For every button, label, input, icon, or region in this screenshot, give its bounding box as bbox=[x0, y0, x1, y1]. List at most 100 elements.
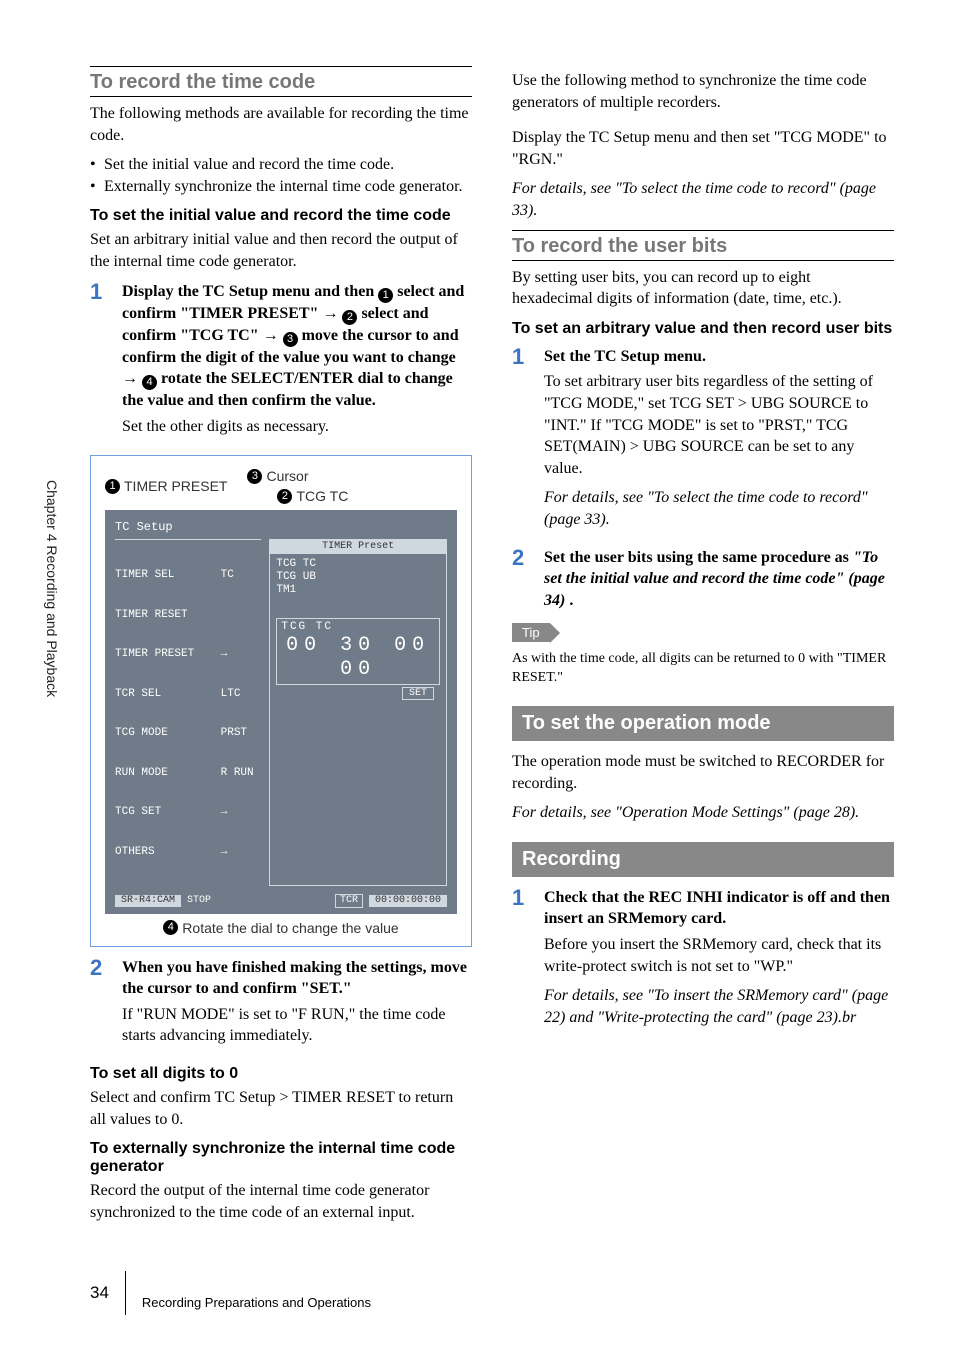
cross-reference: For details, see "To select the time cod… bbox=[512, 178, 894, 221]
step-body: Display the TC Setup menu and then 1 sel… bbox=[122, 281, 472, 446]
step-number: 2 bbox=[90, 957, 108, 1055]
status-tcr: TCR bbox=[335, 894, 363, 908]
status-tc: 00:00:00:00 bbox=[369, 895, 447, 907]
body-text: Select and confirm TC Setup > TIMER RESE… bbox=[90, 1087, 472, 1130]
label-text: TIMER PRESET bbox=[124, 478, 227, 494]
right-column: Use the following method to synchronize … bbox=[512, 66, 894, 1231]
record-timecode-heading: To record the time code bbox=[90, 66, 472, 97]
sync-intro: Use the following method to synchronize … bbox=[512, 70, 894, 113]
step-number: 1 bbox=[90, 281, 108, 446]
body-text: Record the output of the internal time c… bbox=[90, 1180, 472, 1223]
arrow-icon: → bbox=[263, 327, 279, 344]
step-body: Set the TC Setup menu. To set arbitrary … bbox=[544, 346, 894, 539]
figure-footer: 4 Rotate the dial to change the value bbox=[105, 920, 457, 936]
record-userbits-heading: To record the user bits bbox=[512, 230, 894, 261]
step-body-text: Set the other digits as necessary. bbox=[122, 416, 472, 438]
page: Chapter 4 Recording and Playback To reco… bbox=[0, 0, 954, 1355]
footer-text: Recording Preparations and Operations bbox=[142, 1277, 371, 1310]
menu-line: TIMER RESET bbox=[115, 609, 261, 622]
step-body: When you have finished making the settin… bbox=[122, 957, 472, 1055]
arrow-icon: → bbox=[322, 305, 338, 322]
status-bar: SR-R4:CAM STOP TCR 00:00:00:00 bbox=[115, 894, 447, 908]
popup-line: TCG UB bbox=[276, 571, 440, 584]
list-item: Set the initial value and record the tim… bbox=[90, 154, 472, 176]
step-1: 1 Display the TC Setup menu and then 1 s… bbox=[90, 281, 472, 446]
step-2: 2 When you have finished making the sett… bbox=[90, 957, 472, 1055]
footer-divider bbox=[125, 1271, 126, 1315]
fig-label-3: 3 Cursor bbox=[247, 468, 457, 484]
intro-text: The following methods are available for … bbox=[90, 103, 472, 146]
footer: 34 Recording Preparations and Operations bbox=[90, 1271, 894, 1315]
circled-3-icon: 3 bbox=[283, 332, 298, 347]
body-text: The operation mode must be switched to R… bbox=[512, 751, 894, 794]
fig-label-2: 2 TCG TC bbox=[277, 488, 457, 504]
fig-label-1: 1 TIMER PRESET bbox=[105, 468, 227, 504]
body-text: By setting user bits, you can record up … bbox=[512, 267, 894, 310]
tcg-value: 00 30 00 00 bbox=[281, 634, 435, 682]
step-head: When you have finished making the settin… bbox=[122, 957, 472, 1000]
recording-bar: Recording bbox=[512, 842, 894, 877]
menu-line: TCG MODE PRST bbox=[115, 727, 261, 740]
screen-menu: TIMER SEL TC TIMER RESET TIMER PRESET → … bbox=[115, 539, 447, 886]
step-body-text: To set arbitrary user bits regardless of… bbox=[544, 371, 894, 479]
screen-title: TC Setup bbox=[115, 520, 447, 534]
popup-body: TCG TC TCG UB TM1 bbox=[270, 554, 446, 614]
step-head: Display the TC Setup menu and then 1 sel… bbox=[122, 281, 472, 412]
popup: TIMER Preset TCG TC TCG UB TM1 TCG TC 00… bbox=[269, 539, 447, 886]
page-number: 34 bbox=[90, 1283, 109, 1303]
list-item: Externally synchronize the internal time… bbox=[90, 176, 472, 198]
circled-2-icon: 2 bbox=[342, 310, 357, 325]
set-arbitrary-value-heading: To set an arbitrary value and then recor… bbox=[512, 320, 894, 338]
set-row: SET bbox=[270, 685, 446, 700]
tcg-box: TCG TC 00 30 00 00 bbox=[276, 618, 440, 685]
menu-line: TCG SET → bbox=[115, 806, 261, 819]
step-number: 2 bbox=[512, 547, 530, 612]
cross-reference: For details, see "Operation Mode Setting… bbox=[512, 802, 894, 824]
body-text: Set an arbitrary initial value and then … bbox=[90, 229, 472, 272]
operation-mode-bar: To set the operation mode bbox=[512, 706, 894, 741]
text: Display the TC Setup menu and then bbox=[122, 283, 378, 300]
circled-2-icon: 2 bbox=[277, 489, 292, 504]
step-number: 1 bbox=[512, 887, 530, 1037]
set-all-digits-heading: To set all digits to 0 bbox=[90, 1065, 472, 1083]
menu-line: TIMER PRESET → bbox=[115, 648, 261, 661]
popup-title: TIMER Preset bbox=[270, 540, 446, 554]
step-body-text: If "RUN MODE" is set to "F RUN," the tim… bbox=[122, 1004, 472, 1047]
circled-1-icon: 1 bbox=[378, 288, 393, 303]
rec-step-1: 1 Check that the REC INHI indicator is o… bbox=[512, 887, 894, 1037]
text: Set the user bits using the same procedu… bbox=[544, 549, 853, 566]
arrow-icon: → bbox=[122, 370, 138, 387]
label-text: TCG TC bbox=[296, 488, 348, 504]
text: rotate the SELECT/ENTER dial to change t… bbox=[122, 370, 453, 409]
menu-line: TCR SEL LTC bbox=[115, 688, 261, 701]
status-left: SR-R4:CAM bbox=[115, 895, 181, 907]
circled-1-icon: 1 bbox=[105, 479, 120, 494]
circled-3-icon: 3 bbox=[247, 469, 262, 484]
cross-reference: For details, see "To insert the SRMemory… bbox=[544, 985, 894, 1028]
ub-step-2: 2 Set the user bits using the same proce… bbox=[512, 547, 894, 612]
figure-foot-text: Rotate the dial to change the value bbox=[182, 920, 398, 936]
menu-col: TIMER SEL TC TIMER RESET TIMER PRESET → … bbox=[115, 539, 261, 886]
step-number: 1 bbox=[512, 346, 530, 539]
step-head: Set the user bits using the same procedu… bbox=[544, 547, 894, 612]
step-body: Check that the REC INHI indicator is off… bbox=[544, 887, 894, 1037]
tip-body: As with the time code, all digits can be… bbox=[512, 650, 894, 688]
tcg-label: TCG TC bbox=[281, 621, 435, 634]
side-chapter-label: Chapter 4 Recording and Playback bbox=[44, 480, 60, 697]
text: . bbox=[569, 592, 573, 609]
figure-screen: TC Setup TIMER SEL TC TIMER RESET TIMER … bbox=[105, 510, 457, 913]
cross-reference: For details, see "To select the time cod… bbox=[544, 487, 894, 530]
set-button[interactable]: SET bbox=[402, 687, 434, 700]
step-body: Set the user bits using the same procedu… bbox=[544, 547, 894, 612]
circled-4-icon: 4 bbox=[163, 920, 178, 935]
ext-sync-heading: To externally synchronize the internal t… bbox=[90, 1140, 472, 1176]
step-body-text: Before you insert the SRMemory card, che… bbox=[544, 934, 894, 977]
popup-line: TCG TC bbox=[276, 558, 440, 571]
popup-line: TM1 bbox=[276, 584, 440, 597]
step-head: Set the TC Setup menu. bbox=[544, 346, 894, 368]
menu-line: OTHERS → bbox=[115, 846, 261, 859]
ub-step-1: 1 Set the TC Setup menu. To set arbitrar… bbox=[512, 346, 894, 539]
step-head: Check that the REC INHI indicator is off… bbox=[544, 887, 894, 930]
menu-line: TIMER SEL TC bbox=[115, 569, 261, 582]
left-column: To record the time code The following me… bbox=[90, 66, 472, 1231]
